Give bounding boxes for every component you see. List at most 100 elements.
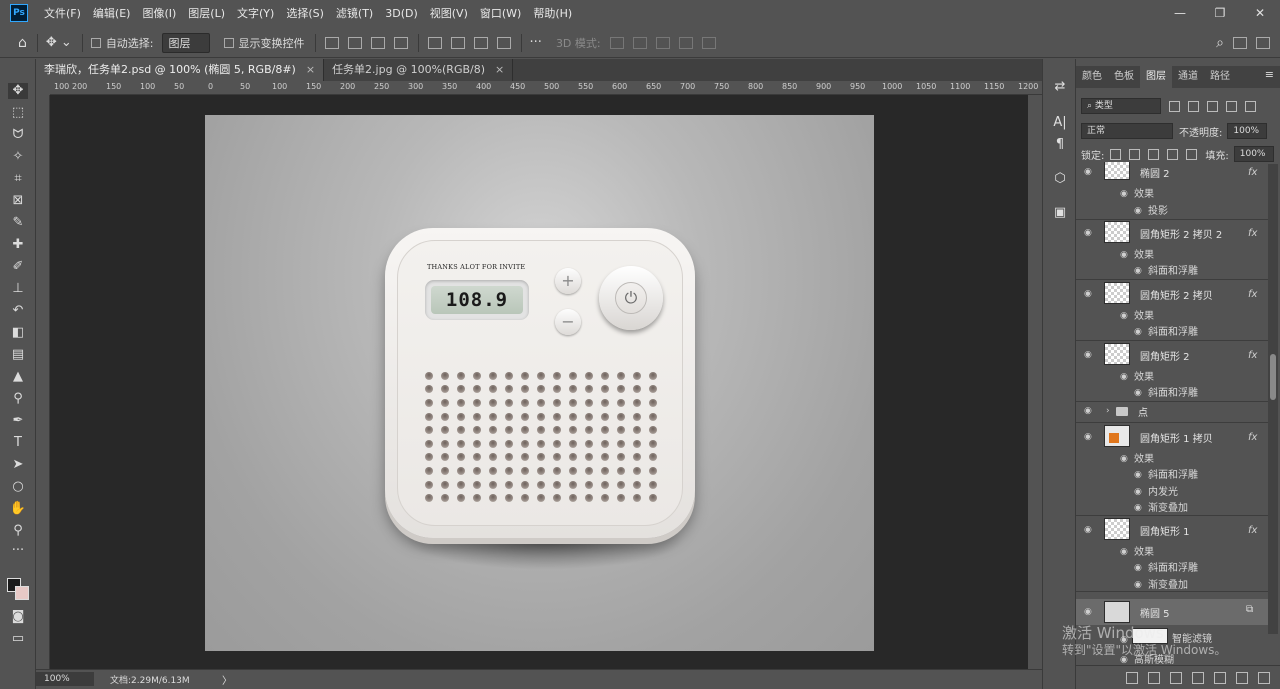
fx-icon[interactable]: fx — [1248, 289, 1257, 300]
3d-roll-icon[interactable] — [632, 36, 647, 49]
move-tool-icon[interactable]: ✥ ⌄ — [46, 35, 72, 50]
effect-eye-icon[interactable]: ◉ — [1134, 389, 1146, 398]
restore-button[interactable]: ❐ — [1200, 0, 1240, 26]
link-layers-icon[interactable] — [1126, 671, 1138, 684]
menu-layer[interactable]: 图层(L) — [182, 5, 231, 21]
fx-icon[interactable]: fx — [1248, 350, 1257, 361]
adjustment-layer-icon[interactable] — [1192, 671, 1204, 684]
clone-stamp-tool-icon[interactable]: ⊥ — [8, 281, 28, 297]
tab-paths[interactable]: 路径 — [1204, 66, 1236, 88]
menu-filter[interactable]: 滤镜(T) — [330, 5, 379, 21]
blend-mode-dropdown[interactable]: 正常 — [1081, 123, 1173, 139]
3d-slide-icon[interactable] — [678, 36, 693, 49]
tab-layers[interactable]: 图层 — [1140, 66, 1172, 88]
status-menu-arrow[interactable]: 〉 — [222, 672, 232, 687]
filter-smart-object-icon[interactable] — [1245, 100, 1256, 112]
filter-type-icon[interactable] — [1207, 100, 1218, 112]
close-tab-icon[interactable]: × — [306, 63, 315, 76]
gradient-tool-icon[interactable]: ▤ — [8, 347, 28, 363]
visibility-eye-icon[interactable]: ◉ — [1084, 433, 1096, 442]
lock-all-icon[interactable] — [1186, 148, 1198, 160]
menu-edit[interactable]: 编辑(E) — [87, 5, 137, 21]
menu-type[interactable]: 文字(Y) — [231, 5, 280, 21]
layer-rounded-rect-1[interactable]: ◉ 圆角矩形 1 fx — [1076, 518, 1268, 540]
layers-scrollbar[interactable] — [1268, 164, 1278, 634]
layer-rounded-rect-2[interactable]: ◉ 圆角矩形 2 fx — [1076, 343, 1268, 365]
visibility-eye-icon[interactable]: ◉ — [1084, 608, 1096, 617]
filter-pixel-icon[interactable] — [1169, 100, 1180, 112]
menu-view[interactable]: 视图(V) — [424, 5, 474, 21]
type-tool-icon[interactable]: T — [8, 435, 28, 451]
menu-file[interactable]: 文件(F) — [38, 5, 87, 21]
filter-type-dropdown[interactable]: ⌕ 类型 — [1081, 98, 1161, 114]
more-options-button[interactable]: ··· — [530, 35, 542, 50]
history-brush-tool-icon[interactable]: ↶ — [8, 303, 28, 319]
opacity-field[interactable]: 100% — [1227, 123, 1268, 139]
blur-tool-icon[interactable]: ▲ — [8, 369, 28, 385]
document-canvas[interactable]: THANKS ALOT FOR INVITE 108.9 + − ⏻ — [205, 115, 874, 651]
scrollbar-thumb[interactable] — [1270, 354, 1276, 400]
close-button[interactable]: ✕ — [1240, 0, 1280, 26]
workspace-icon[interactable] — [1233, 36, 1247, 49]
add-style-fx-icon[interactable] — [1148, 671, 1160, 684]
layer-group-dots[interactable]: ◉ › 点 — [1076, 403, 1268, 419]
menu-help[interactable]: 帮助(H) — [527, 5, 578, 21]
auto-select-dropdown[interactable]: 图层 — [161, 32, 210, 53]
align-middle-icon[interactable] — [450, 36, 465, 49]
fx-icon[interactable]: fx — [1248, 228, 1257, 239]
align-center-icon[interactable] — [347, 36, 362, 49]
effect-eye-icon[interactable]: ◉ — [1134, 564, 1146, 573]
effect-eye-icon[interactable]: ◉ — [1134, 267, 1146, 276]
visibility-eye-icon[interactable]: ◉ — [1084, 526, 1096, 535]
layer-rounded-rect-1-copy[interactable]: ◉ 圆角矩形 1 拷贝 fx — [1076, 425, 1268, 447]
panel-menu-icon[interactable]: ≡ — [1265, 68, 1274, 81]
home-icon[interactable]: ⌂ — [18, 35, 27, 51]
new-group-icon[interactable] — [1214, 671, 1226, 684]
tab-color[interactable]: 颜色 — [1076, 66, 1108, 88]
3d-panel-icon[interactable]: ⬡ — [1052, 171, 1068, 187]
more-tools-icon[interactable]: ··· — [8, 543, 28, 559]
path-selection-tool-icon[interactable]: ➤ — [8, 457, 28, 473]
pen-tool-icon[interactable]: ✒ — [8, 413, 28, 429]
lock-transparent-icon[interactable] — [1110, 148, 1122, 160]
tab-swatches[interactable]: 色板 — [1108, 66, 1140, 88]
effect-eye-icon[interactable]: ◉ — [1134, 581, 1146, 590]
eraser-tool-icon[interactable]: ◧ — [8, 325, 28, 341]
menu-image[interactable]: 图像(I) — [136, 5, 182, 21]
minimize-button[interactable]: — — [1160, 0, 1200, 26]
menu-select[interactable]: 选择(S) — [280, 5, 330, 21]
3d-scale-icon[interactable] — [701, 36, 716, 49]
3d-orbit-icon[interactable] — [609, 36, 624, 49]
history-panel-icon[interactable]: ⇄ — [1052, 79, 1068, 95]
quick-mask-icon[interactable]: ◙ — [8, 609, 28, 625]
background-color-swatch[interactable] — [15, 586, 29, 600]
layer-rounded-rect-2-copy-2[interactable]: ◉ 圆角矩形 2 拷贝 2 fx — [1076, 221, 1268, 243]
hand-tool-icon[interactable]: ✋ — [8, 501, 28, 517]
effect-eye-icon[interactable]: ◉ — [1134, 488, 1146, 497]
lock-image-icon[interactable] — [1129, 148, 1141, 160]
fill-field[interactable]: 100% — [1233, 146, 1274, 162]
effects-eye-icon[interactable]: ◉ — [1120, 373, 1132, 382]
effects-eye-icon[interactable]: ◉ — [1120, 455, 1132, 464]
visibility-eye-icon[interactable]: ◉ — [1084, 168, 1096, 177]
tab-jpg-document[interactable]: 任务单2.jpg @ 100%(RGB/8) × — [324, 59, 514, 81]
group-expand-arrow-icon[interactable]: › — [1106, 406, 1110, 416]
share-icon[interactable] — [1256, 36, 1270, 49]
fx-icon[interactable]: fx — [1248, 432, 1257, 443]
add-mask-icon[interactable] — [1170, 671, 1182, 684]
magic-wand-tool-icon[interactable]: ✧ — [8, 149, 28, 165]
layer-ellipse-2[interactable]: ◉ 椭圆 2 fx — [1076, 162, 1268, 180]
zoom-level-field[interactable]: 100% — [36, 672, 94, 686]
auto-select-checkbox[interactable]: 自动选择: — [90, 35, 154, 51]
delete-layer-icon[interactable] — [1258, 671, 1270, 684]
lock-position-icon[interactable] — [1148, 148, 1160, 160]
brush-tool-icon[interactable]: ✐ — [8, 259, 28, 275]
visibility-eye-icon[interactable]: ◉ — [1084, 407, 1096, 416]
zoom-tool-icon[interactable]: ⚲ — [8, 523, 28, 539]
character-panel-icon[interactable]: A| — [1052, 115, 1068, 131]
paragraph-panel-icon[interactable]: ¶ — [1052, 137, 1068, 153]
tab-psd-document[interactable]: 李瑞欣，任务单2.psd @ 100% (椭圆 5, RGB/8#) × — [36, 59, 325, 81]
tab-channels[interactable]: 通道 — [1172, 66, 1204, 88]
visibility-eye-icon[interactable]: ◉ — [1084, 351, 1096, 360]
effect-eye-icon[interactable]: ◉ — [1134, 207, 1146, 216]
